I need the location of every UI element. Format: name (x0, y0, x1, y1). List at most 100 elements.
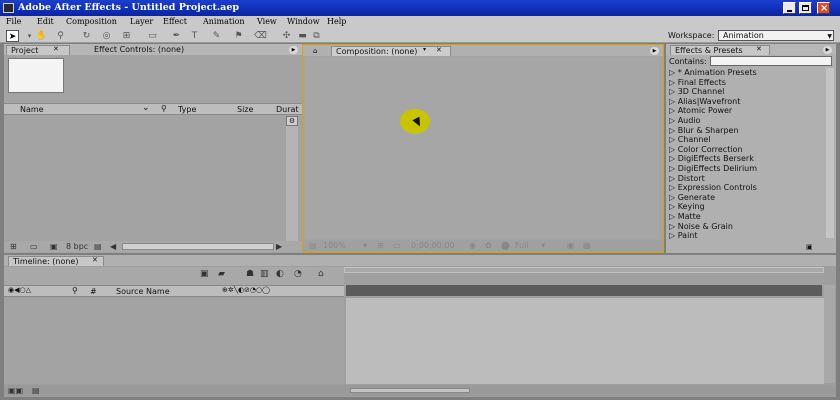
text-tool-icon[interactable]: T (188, 30, 201, 42)
composition-viewer[interactable] (305, 57, 659, 239)
menu-composition[interactable]: Composition (66, 17, 117, 26)
graph-editor-icon[interactable]: ◔ (294, 269, 302, 279)
list-item[interactable]: ▷ Atomic Power (669, 106, 732, 116)
menu-animation[interactable]: Animation (203, 17, 245, 26)
project-scrollbar[interactable] (286, 126, 298, 241)
frame-blending-icon[interactable]: ▥ (260, 269, 269, 279)
new-folder-icon[interactable]: ▭ (30, 242, 38, 251)
list-item[interactable]: ▷ Paint (669, 231, 698, 241)
magnification-value[interactable]: 100% (323, 241, 346, 250)
list-item[interactable]: ▷ DigiEffects Delirium (669, 164, 757, 174)
list-item[interactable]: ▷ Noise & Grain (669, 222, 733, 232)
draft-3d-icon[interactable]: ☗ (246, 269, 254, 279)
menu-effect[interactable]: Effect (163, 17, 187, 26)
timeline-graph-area[interactable] (346, 298, 824, 384)
switches-icons[interactable]: ⊕✲╲◐⊘◔○◯ (222, 286, 270, 294)
show-snapshot-icon[interactable]: ✿ (485, 241, 492, 250)
live-update-icon[interactable]: ▰ (218, 269, 225, 279)
list-item[interactable]: ▷ Audio (669, 116, 700, 126)
tab-composition[interactable]: Composition: (none) (331, 46, 451, 56)
arrow-right-icon[interactable]: ▶ (276, 242, 282, 251)
menu-help[interactable]: Help (327, 17, 346, 26)
align-tool-icon[interactable]: ▬ (296, 30, 309, 42)
rotate-tool-icon[interactable]: ↻ (80, 30, 93, 42)
mask-rectangle-tool-icon[interactable]: ▭ (146, 30, 159, 42)
list-item[interactable]: ▷ DigiEffects Berserk (669, 154, 754, 164)
modes-toggle-icon[interactable]: ▤ (32, 386, 40, 395)
list-item[interactable]: ▷ Keying (669, 202, 705, 212)
pen-tool-icon[interactable]: ✒ (170, 30, 183, 42)
pan-behind-tool-icon[interactable]: ⊞ (120, 30, 133, 42)
effects-scrollbar[interactable] (826, 68, 834, 238)
list-item[interactable]: ▷ Final Effects (669, 78, 726, 88)
chevron-down-icon[interactable]: ▾ (423, 46, 426, 53)
composition-mini-flowchart-icon[interactable]: ▣ (200, 269, 209, 279)
list-item[interactable]: ▷ Generate (669, 193, 715, 203)
minimize-button[interactable] (783, 2, 796, 14)
label-tag-icon[interactable]: ⚲ (161, 104, 167, 113)
eraser-tool-icon[interactable]: ⌫ (254, 30, 267, 42)
always-preview-icon[interactable]: ▤ (309, 241, 317, 250)
list-item[interactable]: ▷ 3D Channel (669, 87, 724, 97)
interpret-footage-icon[interactable]: ⊞ (10, 242, 17, 251)
color-channel-icon[interactable]: ⬤ (501, 241, 510, 250)
menu-window[interactable]: Window (287, 17, 320, 26)
tab-project[interactable]: Project (6, 45, 70, 55)
snap-tool-icon[interactable]: ⧉ (310, 30, 323, 42)
list-item[interactable]: ▷ Color Correction (669, 145, 743, 155)
chevron-down-icon[interactable]: ▾ (363, 241, 367, 250)
close-tab-icon[interactable]: ✕ (756, 45, 762, 53)
column-source-name[interactable]: Source Name (116, 287, 170, 296)
hand-tool-icon[interactable]: ✋ (35, 30, 48, 42)
menu-file[interactable]: File (6, 17, 21, 26)
orbit-camera-tool-icon[interactable]: ◎ (100, 30, 113, 42)
maximize-button[interactable] (799, 2, 812, 14)
list-item[interactable]: ▷ * Animation Presets (669, 68, 757, 78)
bit-depth-label[interactable]: 8 bpc (66, 242, 88, 251)
transparency-grid-icon[interactable]: ▦ (583, 241, 591, 250)
tab-timeline[interactable]: Timeline: (none) (8, 256, 104, 266)
label-tag-icon[interactable]: ⚲ (72, 286, 78, 295)
list-item[interactable]: ▷ Matte (669, 212, 701, 222)
close-tab-icon[interactable]: ✕ (53, 45, 59, 53)
new-bin-icon[interactable]: ▣ (806, 243, 816, 251)
puppet-tool-icon[interactable]: ✣ (280, 30, 293, 42)
snapshot-icon[interactable]: ◉ (469, 241, 476, 250)
column-duration[interactable]: Durat (276, 105, 299, 114)
panel-menu-icon[interactable]: ▶ (289, 46, 298, 54)
region-of-interest-icon[interactable]: ▣ (567, 241, 575, 250)
new-composition-icon[interactable]: ▣ (50, 242, 58, 251)
column-size[interactable]: Size (237, 105, 253, 114)
brush-tool-icon[interactable]: ✎ (210, 30, 223, 42)
work-area-bar[interactable] (344, 267, 824, 273)
layer-outline-area[interactable] (4, 298, 344, 384)
zoom-tool-icon[interactable]: ⚲ (54, 30, 67, 42)
flowchart-icon[interactable]: ⚙ (286, 116, 298, 126)
panel-menu-icon[interactable]: ▶ (823, 46, 832, 54)
list-item[interactable]: ▷ Channel (669, 135, 711, 145)
close-window-button[interactable]: × (817, 2, 830, 14)
av-features-icon[interactable]: ◉◀○△ (8, 286, 31, 294)
zoom-slider[interactable] (350, 388, 470, 393)
lock-icon[interactable]: ⌂ (309, 46, 321, 56)
list-item[interactable]: ▷ Blur & Sharpen (669, 126, 739, 136)
column-type[interactable]: Type (178, 105, 196, 114)
list-item[interactable]: ▷ Expression Controls (669, 183, 757, 193)
menu-view[interactable]: View (257, 17, 277, 26)
close-tab-icon[interactable]: ✕ (436, 46, 442, 54)
panel-menu-icon[interactable]: ▶ (650, 47, 659, 55)
contains-search-input[interactable] (710, 56, 832, 66)
chevron-down-icon[interactable]: ⌄ (142, 103, 150, 113)
timeline-vertical-scrollbar[interactable] (824, 285, 835, 383)
expand-collapse-icon[interactable]: ▣▣ (8, 386, 23, 395)
arrow-left-icon[interactable]: ◀ (110, 242, 116, 251)
tab-effects-presets[interactable]: Effects & Presets (670, 45, 770, 55)
list-item[interactable]: ▷ Distort (669, 174, 705, 184)
tab-effect-controls[interactable]: Effect Controls: (none) (90, 45, 188, 55)
resolution-value[interactable]: Full (515, 241, 529, 250)
grid-icon[interactable]: ⊞ (377, 241, 384, 250)
workspace-dropdown[interactable]: Animation ▼ (718, 30, 834, 41)
close-tab-icon[interactable]: ✕ (92, 256, 98, 264)
time-ruler[interactable] (346, 285, 822, 296)
horizontal-scrollbar[interactable] (122, 243, 274, 250)
